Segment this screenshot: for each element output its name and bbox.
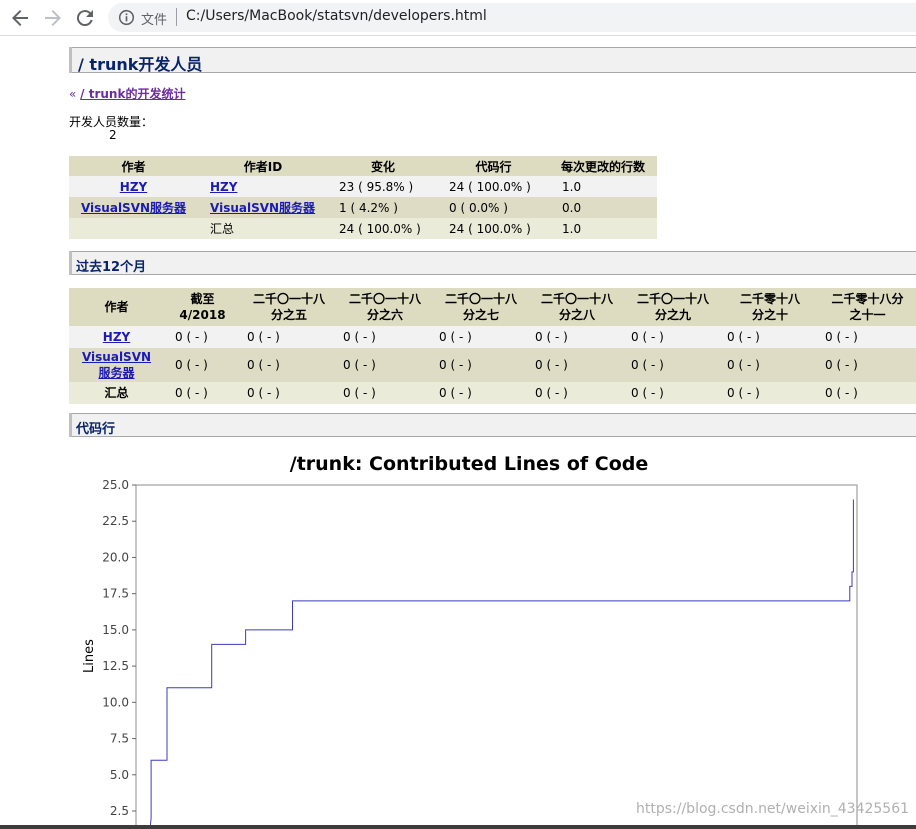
month-cell: 0 ( - ) — [721, 348, 819, 382]
per-change-cell: 0.0 — [549, 197, 657, 218]
forward-arrow-icon[interactable] — [41, 6, 65, 30]
lines-cell: 0 ( 0.0% ) — [438, 197, 549, 218]
section-title-last-12-months: 过去12个月 — [69, 251, 916, 275]
author-id-link[interactable]: HZY — [210, 180, 237, 194]
changes-cell: 24 ( 100.0% ) — [328, 218, 438, 239]
address-bar[interactable]: 文件 C:/Users/MacBook/statsvn/developers.h… — [108, 3, 916, 32]
month-cell: 0 ( - ) — [337, 326, 433, 348]
table-total-row: 汇总 0 ( - ) 0 ( - ) 0 ( - ) 0 ( - ) 0 ( - ) 0 (… — [69, 382, 916, 404]
month-cell: 0 ( - ) — [529, 348, 625, 382]
author-link[interactable]: VisualSVN服务器 — [81, 201, 186, 215]
month-cell: 0 ( - ) — [529, 326, 625, 348]
author-link[interactable]: HZY — [120, 180, 147, 194]
table-header-row: 作者 作者ID 变化 代码行 每次更改的行数 — [69, 156, 657, 176]
author-link[interactable]: HZY — [103, 330, 130, 344]
column-header-changes: 变化 — [328, 156, 438, 176]
author-link[interactable]: VisualSVN服务器 — [82, 350, 151, 380]
month-cell: 0 ( - ) — [164, 382, 241, 404]
month-cell: 0 ( - ) — [241, 382, 337, 404]
y-tick-label: 2.5 — [110, 804, 129, 818]
page-title: / trunk开发人员 — [69, 47, 916, 74]
section-title-lines-of-code: 代码行 — [69, 413, 916, 437]
y-tick-label: 7.5 — [110, 732, 129, 746]
table-total-row: 汇总 24 ( 100.0% ) 24 ( 100.0% ) 1.0 — [69, 218, 657, 239]
column-header-author-id: 作者ID — [198, 156, 328, 176]
month-cell: 0 ( - ) — [337, 382, 433, 404]
column-header: 二千〇一十八 分之七 — [433, 288, 529, 326]
lines-of-code-chart: /trunk: Contributed Lines of Code 2.5 5.0 7… — [82, 453, 858, 829]
month-cell: 0 ( - ) — [819, 326, 916, 348]
month-cell: 0 ( - ) — [433, 382, 529, 404]
url-divider — [176, 8, 177, 26]
total-label: 汇总 — [104, 386, 129, 400]
chart-title: /trunk: Contributed Lines of Code — [290, 453, 648, 475]
column-header-lines: 代码行 — [438, 156, 549, 176]
monthly-activity-table: 作者 截至 4/2018 二千〇一十八 分之五 二千〇一十八 分之六 二千〇一十八 分之… — [69, 288, 916, 404]
table-row: VisualSVN服务器 VisualSVN服务器 1 ( 4.2% ) 0 (… — [69, 197, 657, 218]
changes-cell: 1 ( 4.2% ) — [328, 197, 438, 218]
developer-count-value: 2 — [109, 128, 117, 142]
month-cell: 0 ( - ) — [337, 348, 433, 382]
breadcrumb: « / trunk的开发统计 — [69, 85, 185, 102]
y-tick-label: 10.0 — [102, 695, 129, 709]
browser-toolbar: 文件 C:/Users/MacBook/statsvn/developers.h… — [0, 0, 916, 36]
month-cell: 0 ( - ) — [819, 382, 916, 404]
plot-frame — [135, 484, 858, 829]
total-label: 汇总 — [198, 218, 328, 239]
column-header: 二千零十八 分之十 — [721, 288, 819, 326]
y-tick-label: 20.0 — [102, 550, 129, 564]
month-cell: 0 ( - ) — [241, 326, 337, 348]
month-cell: 0 ( - ) — [625, 382, 721, 404]
month-cell: 0 ( - ) — [721, 326, 819, 348]
month-cell: 0 ( - ) — [819, 348, 916, 382]
table-row: HZY 0 ( - ) 0 ( - ) 0 ( - ) 0 ( - ) 0 ( - ) 0 … — [69, 326, 916, 348]
back-prefix: « — [69, 87, 77, 101]
y-tick-label: 25.0 — [102, 478, 129, 492]
month-cell: 0 ( - ) — [164, 326, 241, 348]
table-row: VisualSVN 服务器 0 ( - ) 0 ( - ) 0 ( - ) 0 ( - )… — [69, 348, 916, 382]
column-header: 二千〇一十八 分之六 — [337, 288, 433, 326]
changes-cell: 23 ( 95.8% ) — [328, 176, 438, 197]
info-icon[interactable] — [118, 9, 135, 26]
back-link[interactable]: / trunk的开发统计 — [80, 87, 185, 101]
month-cell: 0 ( - ) — [721, 382, 819, 404]
column-header: 二千〇一十八 分之九 — [625, 288, 721, 326]
month-cell: 0 ( - ) — [164, 348, 241, 382]
column-header: 二千〇一十八 分之八 — [529, 288, 625, 326]
column-header: 二千零十八分 之十一 — [819, 288, 916, 326]
y-tick-label: 17.5 — [102, 587, 129, 601]
y-tick-label: 12.5 — [102, 659, 129, 673]
month-cell: 0 ( - ) — [625, 326, 721, 348]
y-tick-label: 5.0 — [110, 768, 129, 782]
scheme-label: 文件 — [141, 13, 168, 28]
column-header-author: 作者 — [69, 156, 198, 176]
table-header-row: 作者 截至 4/2018 二千〇一十八 分之五 二千〇一十八 分之六 二千〇一十八 分之… — [69, 288, 916, 326]
per-change-cell: 1.0 — [549, 176, 657, 197]
y-tick-label: 22.5 — [102, 514, 129, 528]
developers-table: 作者 作者ID 变化 代码行 每次更改的行数 HZY HZY 23 ( 95.8… — [69, 156, 657, 239]
table-row: HZY HZY 23 ( 95.8% ) 24 ( 100.0% ) 1.0 — [69, 176, 657, 197]
month-cell: 0 ( - ) — [241, 348, 337, 382]
per-change-cell: 1.0 — [549, 218, 657, 239]
taskbar-strip — [0, 825, 916, 829]
month-cell: 0 ( - ) — [625, 348, 721, 382]
y-axis-label: Lines — [82, 639, 97, 673]
lines-cell: 24 ( 100.0% ) — [438, 176, 549, 197]
y-tick-label: 15.0 — [102, 623, 129, 637]
month-cell: 0 ( - ) — [433, 326, 529, 348]
column-header: 作者 — [69, 288, 164, 326]
lines-cell: 24 ( 100.0% ) — [438, 218, 549, 239]
column-header: 二千〇一十八 分之五 — [241, 288, 337, 326]
author-id-link[interactable]: VisualSVN服务器 — [210, 201, 315, 215]
url-text[interactable]: C:/Users/MacBook/statsvn/developers.html — [186, 8, 487, 24]
reload-icon[interactable] — [73, 6, 97, 30]
watermark-text: https://blog.csdn.net/weixin_43425561 — [636, 801, 910, 817]
month-cell: 0 ( - ) — [529, 382, 625, 404]
month-cell: 0 ( - ) — [433, 348, 529, 382]
column-header: 截至 4/2018 — [164, 288, 241, 326]
column-header-lines-per-change: 每次更改的行数 — [549, 156, 657, 176]
back-arrow-icon[interactable] — [8, 6, 32, 30]
